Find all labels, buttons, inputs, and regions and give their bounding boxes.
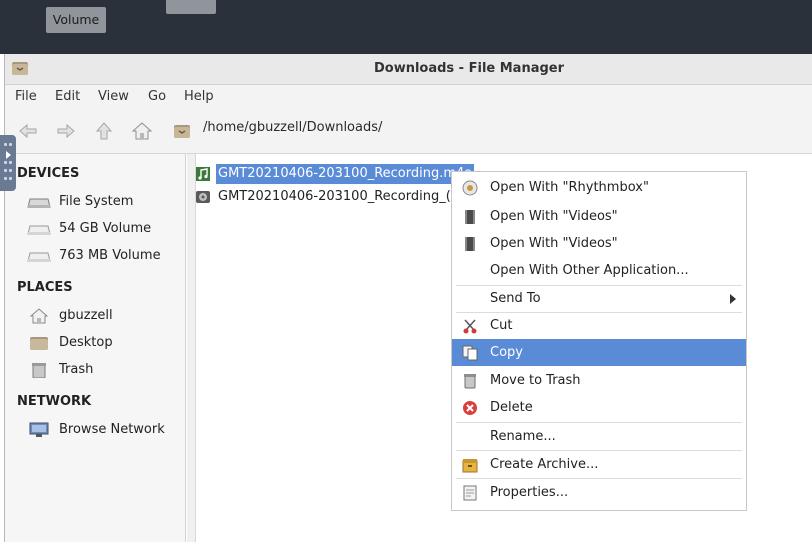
menu-open-with-videos-2[interactable]: Open With "Videos"	[452, 230, 746, 257]
delete-icon	[463, 401, 477, 415]
menu-item-label: Send To	[490, 291, 541, 306]
menu-view[interactable]: View	[98, 85, 129, 109]
video-file-icon	[196, 191, 210, 203]
desktop-label-partial[interactable]	[166, 0, 216, 14]
folder-icon	[30, 337, 48, 350]
trash-icon	[32, 363, 46, 378]
menu-item-label: Open With "Videos"	[490, 209, 618, 224]
menu-open-with-other[interactable]: Open With Other Application...	[452, 257, 746, 284]
menu-item-label: Copy	[490, 345, 523, 360]
menu-send-to[interactable]: Send To	[452, 285, 746, 312]
sidebar-item-label: Trash	[59, 362, 94, 377]
drive-icon	[27, 252, 51, 262]
location-path[interactable]: /home/gbuzzell/Downloads/	[203, 120, 382, 135]
menu-edit[interactable]: Edit	[55, 85, 80, 109]
menu-copy[interactable]: Copy	[452, 339, 746, 366]
menu-item-label: Open With "Videos"	[490, 236, 618, 251]
file-name: GMT20210406-203100_Recording.m4a	[216, 164, 475, 184]
menu-rename[interactable]: Rename...	[452, 423, 746, 450]
file-name: GMT20210406-203100_Recording_(	[218, 189, 451, 204]
menu-delete[interactable]: Delete	[452, 394, 746, 421]
menu-item-label: Open With Other Application...	[490, 263, 689, 278]
properties-icon	[463, 485, 477, 501]
toolbar	[5, 109, 812, 154]
menu-item-label: Cut	[490, 318, 513, 333]
sidebar: DEVICES File System 54 GB Volume 763 MB …	[5, 154, 186, 542]
menu-bar: File Edit View Go Help	[5, 85, 812, 109]
volume-desktop-label[interactable]: Volume	[46, 7, 106, 33]
network-icon	[29, 422, 49, 437]
up-icon[interactable]	[93, 121, 115, 141]
title-bar[interactable]: Downloads - File Manager	[5, 54, 812, 85]
menu-move-to-trash[interactable]: Move to Trash	[452, 367, 746, 394]
home-icon	[29, 308, 49, 324]
menu-item-label: Move to Trash	[490, 373, 581, 388]
menu-help[interactable]: Help	[184, 85, 214, 109]
back-icon[interactable]	[17, 121, 39, 141]
menu-properties[interactable]: Properties...	[452, 479, 746, 506]
audio-file-icon	[196, 167, 210, 181]
menu-item-label: Properties...	[490, 485, 569, 500]
drive-icon	[27, 225, 51, 235]
menu-go[interactable]: Go	[148, 85, 166, 109]
rhythmbox-icon	[462, 180, 478, 196]
window-title: Downloads - File Manager	[373, 61, 565, 76]
context-menu: Open With "Rhythmbox" Open With "Videos"…	[452, 172, 746, 510]
menu-open-with-rhythmbox[interactable]: Open With "Rhythmbox"	[452, 174, 746, 201]
scissors-icon	[463, 319, 477, 334]
location-folder-icon	[174, 125, 190, 138]
copy-icon	[462, 345, 478, 361]
sidebar-item-label: gbuzzell	[59, 308, 113, 323]
menu-create-archive[interactable]: Create Archive...	[452, 451, 746, 478]
menu-item-label: Create Archive...	[490, 457, 599, 472]
sidebar-item-label: 54 GB Volume	[59, 221, 152, 236]
trash-icon	[464, 374, 476, 389]
sidebar-item-label: Desktop	[59, 335, 113, 350]
archive-icon	[462, 459, 478, 473]
desktop-background: Volume	[0, 0, 812, 54]
videos-icon	[465, 210, 475, 224]
menu-file[interactable]: File	[15, 85, 37, 109]
menu-cut[interactable]: Cut	[452, 312, 746, 339]
videos-icon	[465, 237, 475, 251]
drag-handle[interactable]	[0, 135, 16, 191]
places-header: PLACES	[17, 280, 73, 295]
sidebar-item-label: File System	[59, 194, 134, 209]
forward-icon[interactable]	[55, 121, 77, 141]
menu-open-with-videos[interactable]: Open With "Videos"	[452, 203, 746, 230]
submenu-arrow-icon	[730, 294, 736, 304]
sidebar-item-label: 763 MB Volume	[59, 248, 161, 263]
menu-item-label: Open With "Rhythmbox"	[490, 180, 649, 195]
drive-icon	[27, 198, 51, 208]
menu-item-label: Delete	[490, 400, 533, 415]
devices-header: DEVICES	[17, 166, 80, 181]
home-icon[interactable]	[131, 121, 153, 141]
sidebar-item-label: Browse Network	[59, 422, 165, 437]
network-header: NETWORK	[17, 394, 92, 409]
menu-item-label: Rename...	[490, 429, 556, 444]
pane-divider[interactable]	[187, 154, 196, 542]
